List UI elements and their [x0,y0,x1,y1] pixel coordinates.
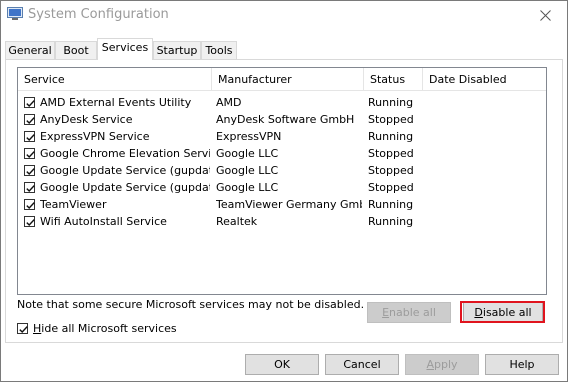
service-status: Stopped [368,164,414,177]
hide-microsoft-services-label: Hide all Microsoft services [33,322,177,335]
checkmark-icon [19,326,28,334]
list-header: Service Manufacturer Status Date Disable… [18,68,546,91]
service-status: Running [368,215,414,228]
msconfig-icon [7,7,23,20]
service-checkbox[interactable] [24,165,35,176]
service-manufacturer: Realtek [216,215,258,228]
column-header-manufacturer[interactable]: Manufacturer [212,68,364,90]
service-checkbox[interactable] [24,114,35,125]
service-status: Stopped [368,147,414,160]
service-name: AnyDesk Service [40,113,133,126]
table-row[interactable]: Wifi AutoInstall Service Realtek Running [18,213,546,230]
service-name: ExpressVPN Service [40,130,150,143]
service-manufacturer: Google LLC [216,164,279,177]
services-list[interactable]: Service Manufacturer Status Date Disable… [17,67,547,295]
service-date-disabled [427,94,543,111]
service-checkbox[interactable] [24,148,35,159]
close-button[interactable] [523,1,567,29]
service-manufacturer: ExpressVPN [216,130,282,143]
service-manufacturer: Google LLC [216,181,279,194]
service-manufacturer: AMD [216,96,242,109]
tab-boot[interactable]: Boot [55,41,97,59]
checkmark-icon [26,185,35,193]
title-bar[interactable]: System Configuration [1,1,567,29]
service-checkbox[interactable] [24,199,35,210]
table-row[interactable]: AnyDesk Service AnyDesk Software GmbH Stop… [18,111,546,128]
service-date-disabled [427,179,543,196]
table-row[interactable]: TeamViewer TeamViewer Germany GmbH Running [18,196,546,213]
service-status: Running [368,96,414,109]
service-date-disabled [427,111,543,128]
cancel-button[interactable]: Cancel [325,354,399,375]
table-row[interactable]: Google Chrome Elevation Servic... Google … [18,145,546,162]
service-date-disabled [427,128,543,145]
service-name: Google Update Service (gupdate) [40,164,210,177]
hide-microsoft-services-checkbox[interactable] [17,323,28,334]
system-configuration-window: System Configuration General Boot Servic… [0,0,568,382]
table-row[interactable]: Google Update Service (gupdatem) Google L… [18,179,546,196]
secure-services-note: Note that some secure Microsoft services… [17,298,365,311]
tab-tools[interactable]: Tools [201,41,237,59]
checkmark-icon [26,100,35,108]
service-checkbox[interactable] [24,182,35,193]
table-row[interactable]: ExpressVPN Service ExpressVPN Running [18,128,546,145]
tab-bar: General Boot Services Startup Tools [5,38,565,60]
checkmark-icon [26,168,35,176]
service-checkbox[interactable] [24,131,35,142]
tab-services[interactable]: Services [97,38,153,60]
checkmark-icon [26,134,35,142]
tab-general[interactable]: General [5,41,55,59]
service-name: Google Update Service (gupdatem) [40,181,210,194]
close-icon [539,10,551,21]
checkmark-icon [26,219,35,227]
checkmark-icon [26,151,35,159]
help-button[interactable]: Help [485,354,559,375]
disable-all-highlight [460,301,545,323]
service-date-disabled [427,213,543,230]
service-name: Google Chrome Elevation Servic... [40,147,210,160]
column-header-status[interactable]: Status [364,68,423,90]
service-checkbox[interactable] [24,216,35,227]
service-name: Wifi AutoInstall Service [40,215,167,228]
ok-button[interactable]: OK [245,354,319,375]
apply-button[interactable]: Apply [405,354,479,375]
checkmark-icon [26,202,35,210]
window-title: System Configuration [28,7,169,22]
service-name: TeamViewer [40,198,107,211]
service-checkbox[interactable] [24,97,35,108]
table-row[interactable]: Google Update Service (gupdate) Google LL… [18,162,546,179]
service-status: Stopped [368,113,414,126]
column-header-service[interactable]: Service [18,68,212,90]
service-status: Stopped [368,181,414,194]
column-header-date-disabled[interactable]: Date Disabled [423,68,546,90]
service-manufacturer: TeamViewer Germany GmbH [216,198,362,211]
service-name: AMD External Events Utility [40,96,192,109]
service-status: Running [368,130,414,143]
service-date-disabled [427,145,543,162]
service-date-disabled [427,162,543,179]
service-manufacturer: Google LLC [216,147,279,160]
service-date-disabled [427,196,543,213]
table-row[interactable]: AMD External Events Utility AMD Running [18,94,546,111]
service-manufacturer: AnyDesk Software GmbH [216,113,355,126]
checkmark-icon [26,117,35,125]
tab-startup[interactable]: Startup [153,41,201,59]
enable-all-button[interactable]: Enable all [367,302,451,323]
service-status: Running [368,198,414,211]
